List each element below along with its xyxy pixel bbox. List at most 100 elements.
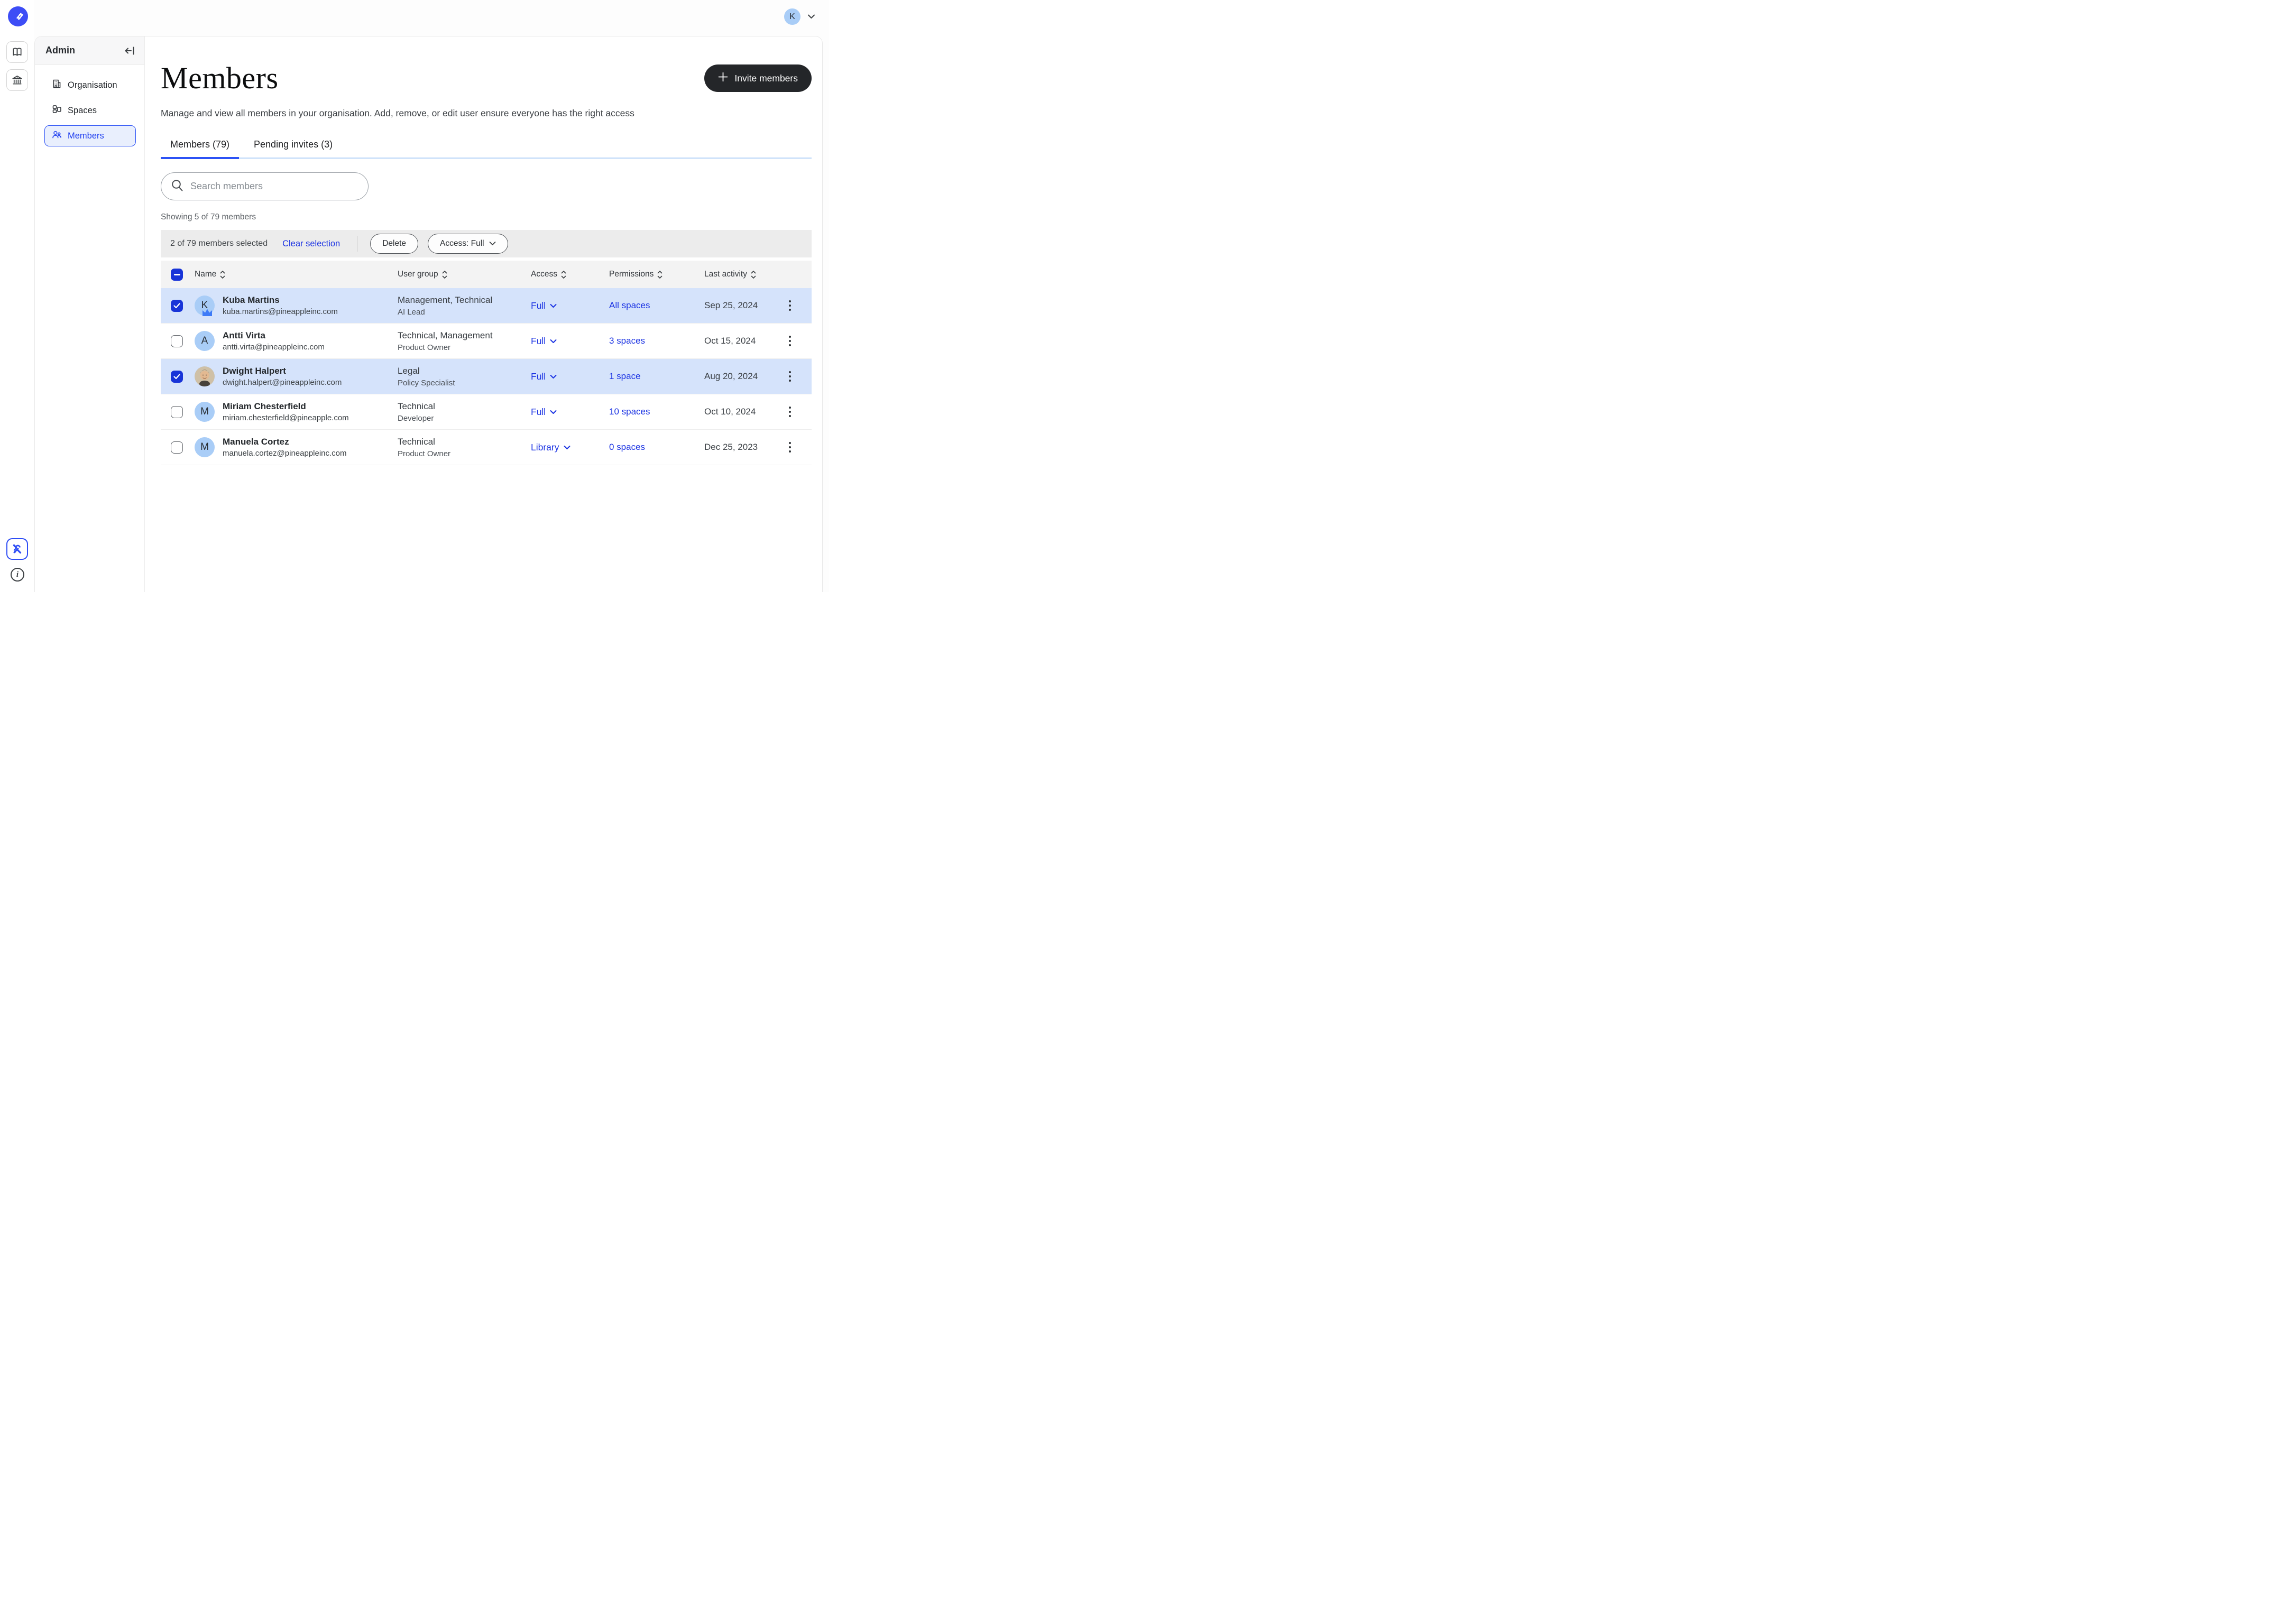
member-role: AI Lead (398, 308, 531, 317)
sidebar-title: Admin (45, 45, 75, 56)
row-checkbox[interactable] (171, 300, 183, 312)
sort-icon (657, 271, 662, 279)
admin-sidebar: Admin (35, 36, 145, 592)
column-header-permissions[interactable]: Permissions (609, 270, 704, 279)
permissions-link[interactable]: 1 space (609, 371, 641, 381)
member-avatar: A (195, 331, 215, 351)
member-name: Miriam Chesterfield (223, 401, 349, 412)
page-title: Members (161, 63, 279, 94)
access-dropdown[interactable]: Full (531, 371, 557, 382)
member-email: antti.virta@pineappleinc.com (223, 343, 325, 352)
main-content: Members Invite members Manage and view a… (145, 36, 822, 592)
tools-icon[interactable] (6, 538, 28, 560)
column-header-access[interactable]: Access (531, 270, 609, 279)
table-row: A Antti Virta antti.virta@pineappleinc.c… (161, 324, 812, 359)
chevron-down-icon (489, 239, 496, 248)
app-rail: i (0, 0, 34, 592)
member-role: Product Owner (398, 449, 531, 458)
column-header-user-group[interactable]: User group (398, 270, 531, 279)
tab-bar: Members (79) Pending invites (3) (161, 139, 812, 159)
user-avatar[interactable]: K (784, 8, 800, 25)
member-role: Developer (398, 414, 531, 423)
member-avatar: K (195, 296, 215, 316)
member-email: dwight.halpert@pineappleinc.com (223, 378, 342, 387)
member-groups: Technical, Management (398, 330, 531, 341)
collapse-sidebar-icon[interactable] (125, 47, 135, 55)
member-groups: Legal (398, 366, 531, 376)
member-email: miriam.chesterfield@pineapple.com (223, 413, 349, 422)
bank-icon[interactable] (6, 69, 28, 91)
access-dropdown[interactable]: Full (531, 300, 557, 311)
last-activity: Oct 15, 2024 (704, 336, 782, 346)
member-groups: Technical (398, 401, 531, 412)
selection-bar: 2 of 79 members selected Clear selection… (161, 230, 812, 257)
search-icon (171, 179, 184, 195)
row-menu-icon[interactable] (782, 403, 798, 421)
last-activity: Oct 10, 2024 (704, 407, 782, 417)
permissions-link[interactable]: 10 spaces (609, 407, 650, 417)
delete-button[interactable]: Delete (370, 234, 418, 254)
sort-icon (220, 271, 225, 279)
search-input[interactable] (190, 181, 360, 192)
member-name: Dwight Halpert (223, 366, 342, 376)
sidebar-item-members[interactable]: Members (44, 125, 136, 146)
column-header-name[interactable]: Name (195, 270, 398, 279)
info-icon[interactable]: i (11, 568, 24, 582)
plus-icon (718, 72, 728, 85)
row-menu-icon[interactable] (782, 332, 798, 350)
account-menu[interactable]: K (784, 8, 815, 25)
access-dropdown[interactable]: Full (531, 336, 557, 347)
access-filter-dropdown[interactable]: Access: Full (428, 234, 508, 254)
member-email: kuba.martins@pineappleinc.com (223, 307, 338, 316)
column-header-last-activity[interactable]: Last activity (704, 270, 782, 279)
tab-pending-invites[interactable]: Pending invites (3) (244, 139, 342, 159)
last-activity: Sep 25, 2024 (704, 300, 782, 311)
member-name: Kuba Martins (223, 295, 338, 306)
member-avatar: M (195, 437, 215, 457)
member-groups: Technical (398, 437, 531, 447)
row-checkbox[interactable] (171, 335, 183, 347)
sidebar-item-label: Spaces (68, 106, 97, 116)
chevron-down-icon (550, 410, 557, 414)
library-book-icon[interactable] (6, 41, 28, 63)
row-menu-icon[interactable] (782, 438, 798, 456)
table-row: Dwight Halpert dwight.halpert@pineapplei… (161, 359, 812, 394)
access-filter-label: Access: Full (440, 239, 484, 248)
select-all-checkbox[interactable] (171, 269, 183, 281)
sidebar-item-label: Organisation (68, 80, 117, 90)
row-menu-icon[interactable] (782, 297, 798, 315)
table-row: M Miriam Chesterfield miriam.chesterfiel… (161, 394, 812, 430)
sidebar-item-organisation[interactable]: Organisation (44, 75, 136, 96)
chevron-down-icon (550, 339, 557, 344)
permissions-link[interactable]: All spaces (609, 300, 650, 310)
tab-members[interactable]: Members (79) (161, 139, 239, 159)
chevron-down-icon (550, 303, 557, 308)
clear-selection-link[interactable]: Clear selection (282, 239, 340, 249)
permissions-link[interactable]: 0 spaces (609, 442, 645, 452)
row-menu-icon[interactable] (782, 367, 798, 385)
sidebar-item-spaces[interactable]: Spaces (44, 100, 136, 121)
member-avatar-photo (195, 366, 215, 386)
invite-members-label: Invite members (734, 73, 798, 84)
permissions-link[interactable]: 3 spaces (609, 336, 645, 346)
spaces-icon (51, 104, 62, 117)
row-checkbox[interactable] (171, 441, 183, 454)
access-dropdown[interactable]: Full (531, 407, 557, 418)
row-checkbox[interactable] (171, 371, 183, 383)
member-name: Manuela Cortez (223, 437, 347, 447)
table-header: Name User group Access Permissions Last … (161, 261, 812, 288)
access-dropdown[interactable]: Library (531, 442, 570, 453)
app-logo-icon[interactable] (8, 6, 28, 26)
table-row: K Kuba Martins kuba.martins@pineappleinc… (161, 288, 812, 324)
page: i K Admin (0, 0, 829, 592)
member-avatar: M (195, 402, 215, 422)
row-checkbox[interactable] (171, 406, 183, 418)
member-groups: Management, Technical (398, 295, 531, 306)
search-members-box[interactable] (161, 172, 369, 200)
member-role: Product Owner (398, 343, 531, 352)
member-email: manuela.cortez@pineappleinc.com (223, 449, 347, 458)
chevron-down-icon[interactable] (807, 12, 815, 22)
sort-icon (442, 271, 447, 279)
last-activity: Dec 25, 2023 (704, 442, 782, 453)
invite-members-button[interactable]: Invite members (704, 64, 812, 92)
